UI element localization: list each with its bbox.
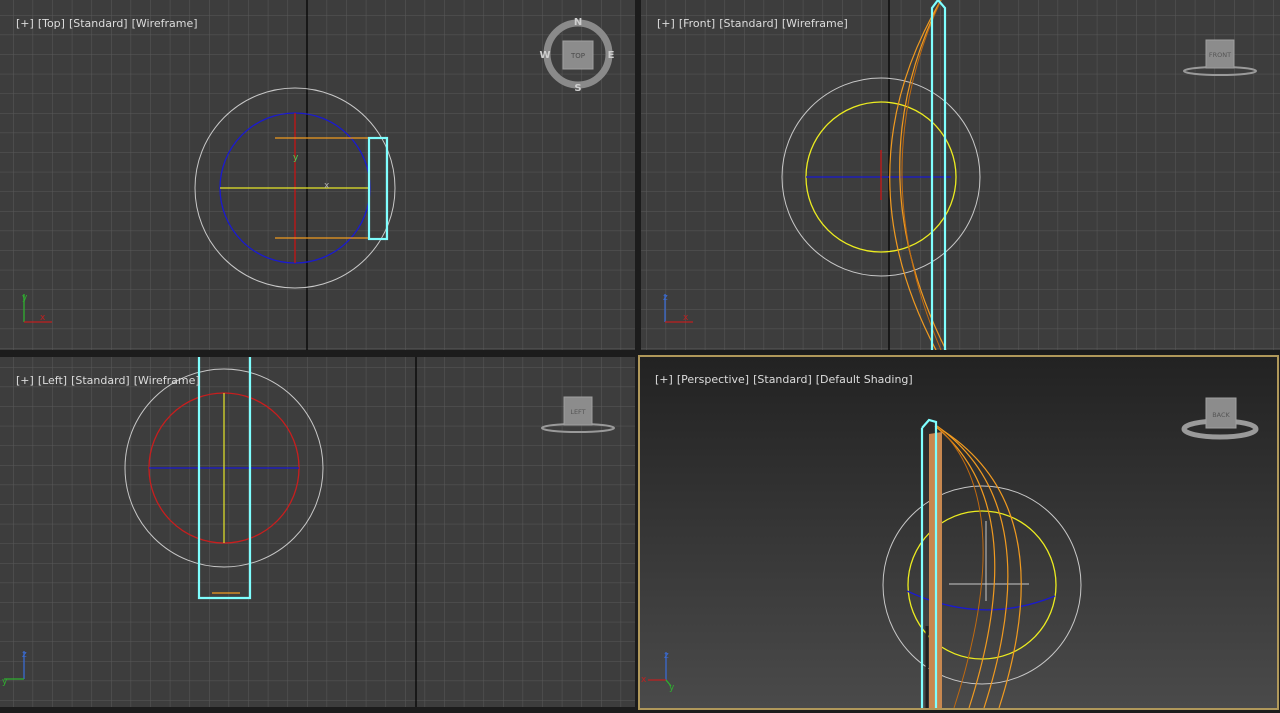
viewport-view-name[interactable]: [Left] — [38, 374, 67, 387]
viewport-front-canvas[interactable]: z x FRONT — [641, 0, 1280, 350]
viewport-menu-plus[interactable]: [+] — [16, 17, 34, 30]
viewport-render-mode[interactable]: [Standard] — [71, 374, 130, 387]
viewport-left-canvas[interactable]: z y LEFT — [0, 357, 635, 707]
viewport-top-label[interactable]: [+] [Top] [Standard] [Wireframe] — [2, 4, 202, 43]
viewcube-label: LEFT — [570, 408, 585, 416]
compass-east: E — [608, 50, 615, 61]
viewport-top-canvas[interactable]: y x y x TOP N E S W — [0, 0, 635, 350]
viewport-front-label[interactable]: [+] [Front] [Standard] [Wireframe] — [643, 4, 852, 43]
axis-x-label: x — [683, 313, 689, 323]
axis-z-label: z — [663, 293, 668, 303]
bow-limb-curve-2 — [936, 425, 1009, 708]
viewport-left-label[interactable]: [+] [Left] [Standard] [Wireframe] — [2, 361, 204, 400]
axis-z-label: z — [22, 650, 27, 660]
viewcube-label: FRONT — [1209, 51, 1231, 59]
viewport-render-mode[interactable]: [Standard] — [753, 373, 812, 386]
grid — [641, 0, 1280, 350]
gizmo-y-label: y — [293, 153, 299, 163]
viewport-menu-plus[interactable]: [+] — [16, 374, 34, 387]
bow-limb-curve-4 — [938, 427, 984, 708]
compass-south: S — [574, 83, 581, 94]
viewcube-label: TOP — [570, 52, 585, 60]
viewcube-perspective[interactable]: BACK — [1181, 397, 1259, 440]
gizmo-outer-circle — [882, 485, 1082, 685]
viewport-perspective[interactable]: z x y BACK [+] [Perspective] [Standard] [De… — [639, 356, 1278, 708]
axis-z-label: z — [664, 651, 669, 661]
viewport-shading-mode[interactable]: [Wireframe] — [134, 374, 200, 387]
viewport-menu-plus[interactable]: [+] — [655, 373, 673, 386]
viewport-left[interactable]: z y LEFT [+] [Left] [Standard] [Wireframe] — [0, 357, 635, 707]
viewport-render-mode[interactable]: [Standard] — [719, 17, 778, 30]
viewport-shading-mode[interactable]: [Wireframe] — [132, 17, 198, 30]
gizmo-x-label: x — [324, 181, 330, 191]
viewport-shading-mode[interactable]: [Wireframe] — [782, 17, 848, 30]
viewport-shading-mode[interactable]: [Default Shading] — [816, 373, 913, 386]
axis-y-label: y — [669, 683, 675, 693]
viewport-view-name[interactable]: [Front] — [679, 17, 715, 30]
compass-north: N — [574, 17, 582, 28]
viewcube-label: BACK — [1212, 411, 1230, 419]
viewport-front[interactable]: z x FRONT [+] [Front] [Standard] [Wireframe… — [641, 0, 1280, 350]
grid — [0, 357, 635, 707]
compass-west: W — [539, 50, 550, 61]
axis-y-label: y — [2, 677, 8, 687]
viewport-view-name[interactable]: [Top] — [38, 17, 65, 30]
axis-x-label: x — [40, 313, 46, 323]
viewport-top[interactable]: y x y x TOP N E S W [+] [Top] [Standard] [W… — [0, 0, 635, 350]
viewport-view-name[interactable]: [Perspective] — [677, 373, 749, 386]
viewport-menu-plus[interactable]: [+] — [657, 17, 675, 30]
viewport-render-mode[interactable]: [Standard] — [69, 17, 128, 30]
axis-x-label: x — [641, 675, 647, 685]
axis-y-label: y — [22, 293, 28, 303]
viewport-perspective-canvas[interactable]: z x y BACK — [639, 356, 1278, 708]
viewport-perspective-label[interactable]: [+] [Perspective] [Standard] [Default Shadi… — [641, 360, 917, 399]
